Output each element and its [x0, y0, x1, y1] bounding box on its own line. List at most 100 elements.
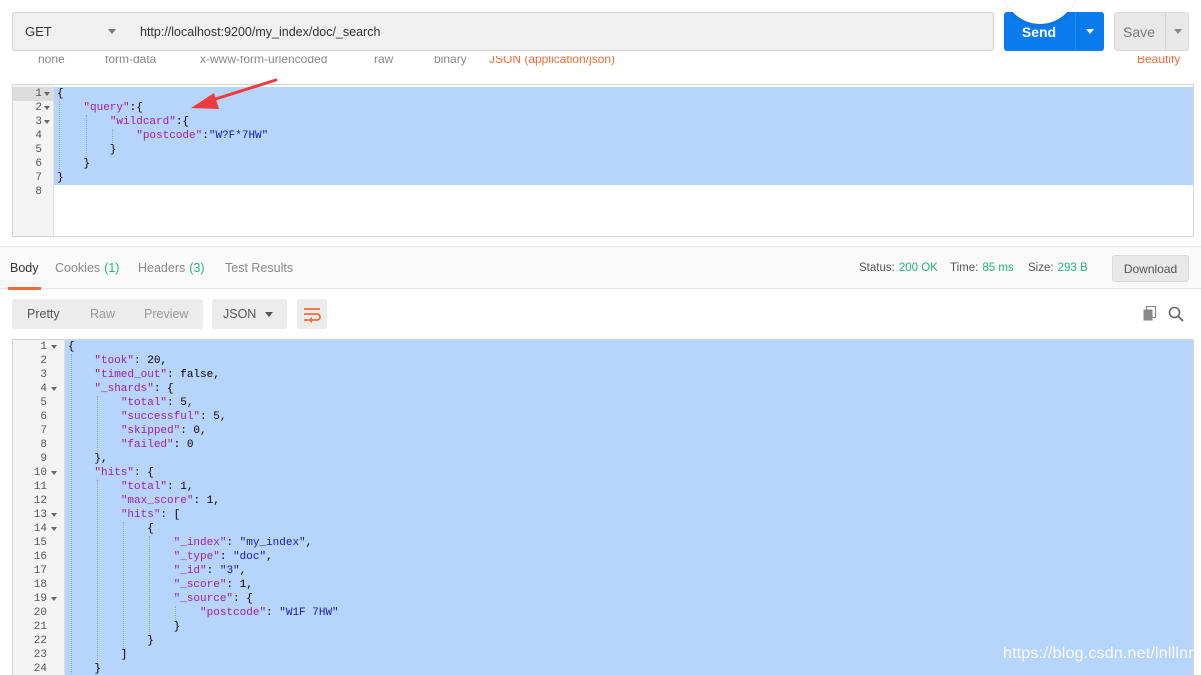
fold-toggle-icon[interactable] — [51, 345, 57, 349]
code-line: "hits": [ — [68, 508, 180, 522]
request-gutter: 1 2 3 4 5 6 7 8 — [13, 85, 54, 236]
fold-toggle-icon[interactable] — [44, 92, 50, 96]
json-string: "doc" — [233, 551, 267, 563]
json-punct — [68, 369, 94, 381]
json-key: "_index" — [173, 537, 227, 549]
code-line: "_source": { — [68, 592, 253, 606]
time-value: 85 ms — [982, 262, 1014, 274]
response-code[interactable]: { "took": 20, "timed_out": false, "_shar… — [65, 340, 1193, 675]
line-number: 1 — [40, 341, 47, 353]
method-select[interactable]: GET — [12, 12, 129, 51]
json-punct: : 0, — [180, 425, 207, 437]
copy-icon[interactable] — [1143, 306, 1157, 321]
beautify-link[interactable]: Beautify — [1137, 56, 1180, 66]
code-line: "hits": { — [68, 466, 153, 480]
code-line: "skipped": 0, — [68, 424, 207, 438]
json-punct: { — [68, 523, 154, 535]
tab-test-results[interactable]: Test Results — [225, 247, 293, 289]
json-punct — [57, 116, 110, 128]
json-key: "hits" — [94, 467, 135, 479]
code-line: { — [68, 340, 75, 354]
language-select[interactable]: JSON — [212, 299, 287, 329]
json-key: "successful" — [120, 411, 201, 423]
code-line: } — [57, 171, 64, 185]
body-type-form-data[interactable]: form-data — [105, 56, 156, 66]
request-body-editor[interactable]: 12345678 { "query":{ "wildcard":{ "postc… — [12, 84, 1194, 237]
format-toggle: Pretty Raw Preview — [12, 299, 203, 329]
code-line: "_shards": { — [68, 382, 173, 396]
code-line: "_id": "3", — [68, 564, 247, 578]
code-line: "postcode":"W?F*7HW" — [57, 129, 268, 143]
tab-body-label: Body — [10, 261, 39, 275]
code-line: "_score": 1, — [68, 578, 253, 592]
save-button[interactable]: Save — [1114, 12, 1189, 51]
json-punct: : — [206, 565, 220, 577]
format-raw[interactable]: Raw — [90, 299, 115, 329]
json-punct: : — [266, 607, 280, 619]
response-selection — [65, 340, 1193, 675]
save-options-chevron-icon[interactable] — [1174, 29, 1182, 34]
json-key: "postcode" — [200, 607, 267, 619]
fold-toggle-icon[interactable] — [51, 527, 57, 531]
fold-toggle-icon[interactable] — [51, 597, 57, 601]
line-number: 21 — [33, 621, 47, 633]
fold-toggle-icon[interactable] — [51, 471, 57, 475]
line-number: 3 — [35, 116, 42, 128]
line-number: 8 — [35, 186, 42, 198]
json-punct — [57, 130, 136, 142]
json-string: "my_index" — [239, 537, 306, 549]
line-number: 6 — [35, 158, 42, 170]
json-punct — [68, 579, 174, 591]
json-key: "postcode" — [136, 130, 203, 142]
download-button[interactable]: Download — [1112, 255, 1189, 282]
json-punct: :{ — [175, 116, 190, 128]
request-code[interactable]: { "query":{ "wildcard":{ "postcode":"W?F… — [54, 85, 1193, 236]
size-value: 293 B — [1057, 262, 1088, 274]
json-punct: : false, — [167, 369, 220, 381]
code-line: "total": 1, — [68, 480, 194, 494]
fold-toggle-icon[interactable] — [51, 513, 57, 517]
fold-toggle-icon[interactable] — [44, 106, 50, 110]
response-gutter: 1 2 3 4 5 6 7 8 9 10 11 12 13 14 15 16 17 18 19 20 21 22 23 24 — [13, 340, 65, 675]
json-punct — [57, 102, 83, 114]
body-type-urlencoded[interactable]: x-www-form-urlencoded — [200, 56, 327, 66]
fold-toggle-icon[interactable] — [51, 387, 57, 391]
body-type-raw[interactable]: raw — [374, 56, 393, 66]
response-tabs: Body Cookies (1) Headers (3) Test Results … — [0, 247, 1201, 290]
response-body-viewer[interactable]: 1 2 3 4 5 6 7 8 9 10 11 12 13 14 15 16 17 18 19 20 21 22 23 24 … — [12, 339, 1194, 675]
line-number: 8 — [40, 439, 47, 451]
json-key: "timed_out" — [94, 369, 168, 381]
tab-body[interactable]: Body — [8, 247, 40, 290]
json-punct: : 5, — [167, 397, 194, 409]
search-icon[interactable] — [1168, 306, 1184, 322]
download-label: Download — [1123, 261, 1178, 276]
tab-cookies-label: Cookies — [55, 261, 101, 275]
line-number: 10 — [33, 467, 47, 479]
tab-headers[interactable]: Headers (3) — [138, 247, 205, 289]
json-punct — [68, 509, 121, 521]
line-number: 19 — [33, 593, 47, 605]
json-punct: } — [57, 144, 117, 156]
url-input[interactable]: http://localhost:9200/my_index/doc/_sear… — [128, 12, 994, 51]
json-key: "_type" — [173, 551, 220, 563]
format-pretty[interactable]: Pretty — [27, 299, 60, 329]
json-punct: : 1, — [226, 579, 253, 591]
format-preview[interactable]: Preview — [144, 299, 188, 329]
json-key: "skipped" — [120, 425, 181, 437]
code-line: "query":{ — [57, 101, 142, 115]
line-number: 12 — [33, 495, 47, 507]
status-label: Status: — [859, 262, 895, 274]
tab-cookies[interactable]: Cookies (1) — [55, 247, 119, 289]
body-type-binary[interactable]: binary — [434, 56, 467, 66]
fold-toggle-icon[interactable] — [44, 120, 50, 124]
send-options-chevron-icon[interactable] — [1086, 29, 1094, 34]
json-punct — [68, 383, 94, 395]
line-number: 14 — [33, 523, 47, 535]
code-line: "failed": 0 — [68, 438, 194, 452]
body-type-none[interactable]: none — [38, 56, 65, 66]
wrap-lines-button[interactable] — [297, 299, 327, 329]
code-line: } — [68, 634, 154, 648]
tab-test-results-label: Test Results — [225, 261, 294, 275]
code-line: "max_score": 1, — [68, 494, 220, 508]
body-content-type[interactable]: JSON (application/json) — [489, 56, 615, 66]
